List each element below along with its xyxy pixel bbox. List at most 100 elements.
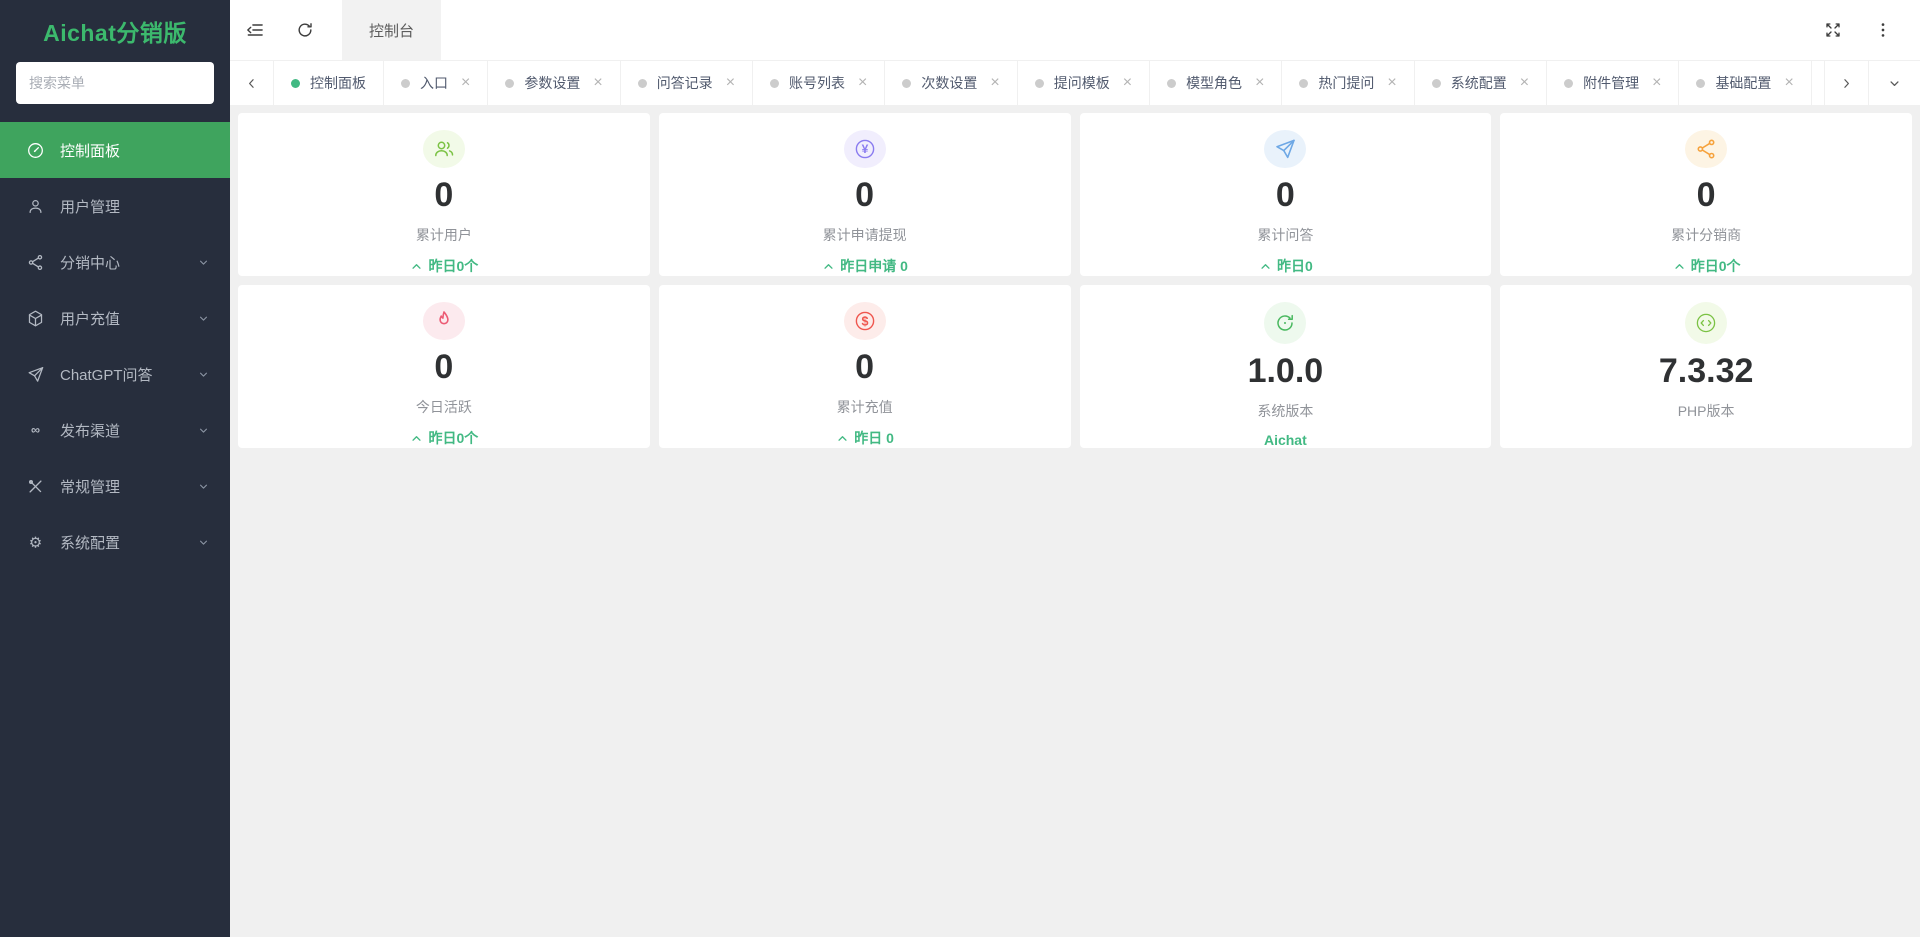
chevron-up-icon: [1258, 259, 1273, 274]
tab[interactable]: 模型角色 ×: [1150, 61, 1283, 105]
stat-card-icon: [1273, 137, 1297, 161]
tab-status-dot-icon: [401, 78, 410, 88]
sidebar-menu-item[interactable]: 控制面板: [0, 122, 230, 178]
tab-status-dot-icon: [637, 78, 647, 88]
menu-item-icon: [26, 533, 45, 552]
tab-status-dot-icon: [505, 78, 515, 88]
tab-label: 参数设置: [524, 75, 581, 91]
search-menu-input[interactable]: [16, 62, 214, 104]
stat-card-icon: [432, 309, 456, 333]
stat-card-icon-circle: [1685, 130, 1728, 168]
tab-close-icon[interactable]: ×: [593, 75, 602, 91]
collapse-sidebar-button[interactable]: [230, 0, 280, 60]
tab[interactable]: 基础配置 ×: [1679, 61, 1812, 105]
stat-card-icon-circle: [843, 302, 886, 340]
stat-footer: 昨日申请 0: [821, 256, 908, 276]
tab[interactable]: 系统配置 ×: [1415, 61, 1548, 105]
console-header-tab[interactable]: 控制台: [342, 0, 442, 60]
stat-card-icon: [1273, 311, 1297, 335]
stat-card-icon: [1694, 311, 1718, 335]
stat-footer: 昨日0个: [409, 428, 478, 448]
sidebar-menu-item[interactable]: 用户充值: [0, 290, 230, 346]
menu-item-label: 系统配置: [60, 534, 121, 552]
stat-value: 0: [1696, 175, 1716, 214]
chevron-down-icon: [197, 256, 210, 269]
stat-card-icon-circle: [843, 130, 886, 168]
stat-card-icon: [853, 137, 877, 161]
tab-status-dot-icon: [1696, 78, 1706, 88]
tab[interactable]: 充 ×: [1812, 61, 1824, 105]
chevron-up-icon: [821, 259, 836, 274]
tab-close-icon[interactable]: ×: [726, 75, 735, 91]
tab-close-icon[interactable]: ×: [1784, 75, 1793, 91]
stat-footer: 昨日0个: [409, 256, 478, 276]
sidebar-menu-item[interactable]: 发布渠道: [0, 402, 230, 458]
tab[interactable]: 参数设置 ×: [488, 61, 621, 105]
more-menu-button[interactable]: [1858, 0, 1908, 60]
stat-footer-text: 昨日0: [1276, 258, 1313, 274]
tab[interactable]: 控制面板 ×: [274, 61, 384, 105]
fullscreen-button[interactable]: [1808, 0, 1858, 60]
stat-card: 1.0.0 系统版本 Aichat: [1079, 285, 1492, 448]
sidebar-menu-item[interactable]: 分销中心: [0, 234, 230, 290]
stat-value: 0: [434, 347, 454, 386]
tab[interactable]: 附件管理 ×: [1547, 61, 1680, 105]
stat-card-icon-circle: [1264, 302, 1307, 344]
tab-label: 附件管理: [1583, 75, 1640, 91]
sidebar-menu-item[interactable]: 用户管理: [0, 178, 230, 234]
tab-label: 提问模板: [1053, 75, 1110, 91]
tab-label: 问答记录: [656, 75, 713, 91]
tab[interactable]: 次数设置 ×: [885, 61, 1018, 105]
stat-value: 0: [1275, 175, 1295, 214]
stat-footer-text: 昨日0个: [428, 430, 479, 446]
stat-card: 0 累计分销商 昨日0个: [1500, 113, 1912, 276]
refresh-button[interactable]: [280, 0, 330, 60]
menu-item-icon: [26, 477, 45, 496]
tab-close-icon[interactable]: ×: [461, 75, 470, 91]
tab-status-dot-icon: [902, 78, 912, 88]
stat-value: 0: [855, 175, 875, 214]
tabs-scroll-left-button[interactable]: [230, 61, 274, 105]
menu-item-label: ChatGPT问答: [60, 366, 153, 384]
tabs-dropdown-button[interactable]: [1868, 61, 1920, 105]
tab-status-dot-icon: [291, 78, 300, 88]
tab-close-icon[interactable]: ×: [858, 75, 867, 91]
stat-footer-text: Aichat: [1263, 432, 1307, 448]
chevron-down-icon: [197, 480, 210, 493]
stat-footer: 昨日 0: [835, 428, 894, 448]
tab[interactable]: 入口 ×: [384, 61, 489, 105]
sidebar-menu-item[interactable]: 系统配置: [0, 514, 230, 570]
tab[interactable]: 提问模板 ×: [1018, 61, 1151, 105]
tab-label: 次数设置: [921, 75, 978, 91]
tab[interactable]: 热门提问 ×: [1282, 61, 1415, 105]
stat-label: 累计充值: [836, 399, 893, 415]
tab-close-icon[interactable]: ×: [1652, 75, 1661, 91]
stat-value: 1.0.0: [1247, 351, 1324, 390]
tab-list: 控制面板 × 入口 × 参数设置 ×: [274, 61, 1824, 105]
refresh-icon: [295, 20, 315, 40]
stat-card: 0 累计用户 昨日0个: [238, 113, 650, 276]
tab[interactable]: 问答记录 ×: [621, 61, 754, 105]
tabs-scroll-right-button[interactable]: [1824, 61, 1868, 105]
tab-close-icon[interactable]: ×: [990, 75, 999, 91]
tab-close-icon[interactable]: ×: [1123, 75, 1132, 91]
menu-item-icon: [26, 421, 45, 440]
menu-item-icon: [26, 365, 45, 384]
tab[interactable]: 账号列表 ×: [753, 61, 886, 105]
stat-card: 0 累计充值 昨日 0: [658, 285, 1071, 448]
tab-close-icon[interactable]: ×: [1520, 75, 1529, 91]
stat-card: 0 累计问答 昨日0: [1079, 113, 1492, 276]
chevron-down-icon: [197, 536, 210, 549]
kebab-icon: [1873, 20, 1893, 40]
tab-bar: 控制面板 × 入口 × 参数设置 ×: [230, 60, 1920, 105]
tab-close-icon[interactable]: ×: [1255, 75, 1264, 91]
sidebar-menu-item[interactable]: 常规管理: [0, 458, 230, 514]
tab-label: 模型角色: [1186, 75, 1243, 91]
sidebar-menu-item[interactable]: ChatGPT问答: [0, 346, 230, 402]
tab-close-icon[interactable]: ×: [1387, 75, 1396, 91]
stat-label: 累计分销商: [1671, 227, 1742, 243]
tab-status-dot-icon: [1564, 78, 1574, 88]
menu-item-label: 用户充值: [60, 310, 121, 328]
stat-footer-text: 昨日申请 0: [840, 258, 908, 274]
top-header: 控制台: [230, 0, 1920, 60]
